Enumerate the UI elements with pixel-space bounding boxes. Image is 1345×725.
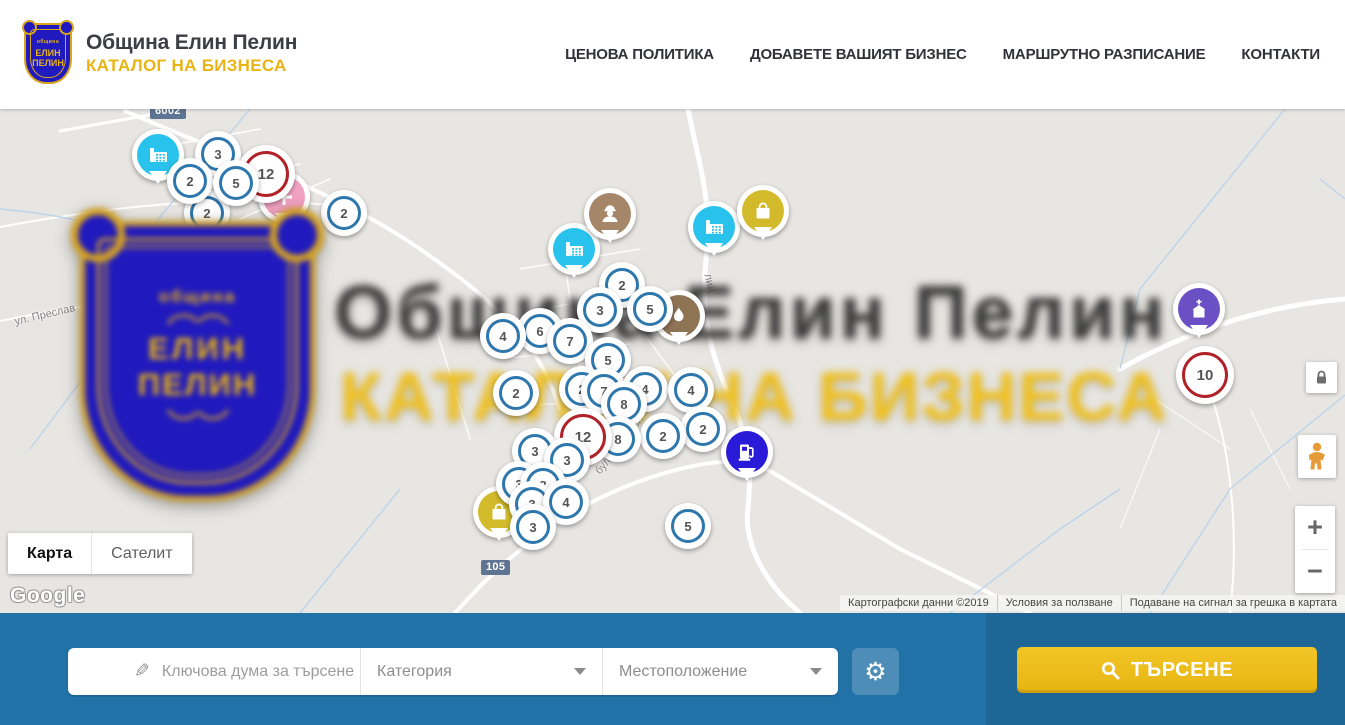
keyword-field-wrap: ✎ (68, 648, 360, 695)
crest-top-text: община (37, 39, 59, 45)
map-attribution: Картографски данни ©2019Условия за ползв… (840, 595, 1345, 611)
search-icon (1101, 661, 1120, 680)
gear-icon: ⚙ (864, 657, 886, 687)
cluster-count: 7 (553, 324, 587, 358)
attribution-link[interactable]: Условия за ползване (997, 595, 1121, 611)
chevron-down-icon (810, 668, 822, 675)
nav-item[interactable]: ДОБАВЕТЕ ВАШИЯТ БИЗНЕС (750, 46, 967, 63)
chevron-down-icon (574, 668, 586, 675)
cluster-marker[interactable]: 5 (213, 160, 259, 206)
cluster-marker[interactable]: 2 (493, 370, 539, 416)
attribution-link[interactable]: Подаване на сигнал за грешка в картата (1121, 595, 1345, 611)
nav-item[interactable]: КОНТАКТИ (1241, 46, 1320, 63)
road-number-shield: 6002 (150, 109, 186, 119)
watermark-crest: община ЕЛИН ПЕЛИН (80, 221, 315, 501)
cluster-count: 2 (646, 419, 680, 453)
map-type-control: Карта Сателит (8, 533, 192, 574)
google-logo[interactable]: Google (10, 584, 85, 608)
cluster-count: 2 (686, 412, 720, 446)
crest-ornament (165, 311, 231, 327)
construction-worker-pin-marker[interactable] (584, 188, 636, 240)
cluster-marker[interactable]: 2 (321, 190, 367, 236)
search-filter-bar: ✎ Категория Местоположение ⚙ ТЪРСЕНЕ (0, 613, 1345, 725)
watermark-subtitle: КАТАЛОГ НА БИЗНЕСА (340, 357, 1168, 436)
nav-item[interactable]: ЦЕНОВА ПОЛИТИКА (565, 46, 714, 63)
cluster-marker[interactable]: 5 (665, 503, 711, 549)
shopping-bag-icon (742, 190, 784, 232)
site-header: община ЕЛИН ПЕЛИН Община Елин Пелин КАТА… (0, 0, 1345, 109)
factory-pin-marker[interactable] (688, 201, 740, 253)
cluster-marker[interactable]: 2 (680, 406, 726, 452)
lock-icon (1313, 369, 1330, 386)
cluster-count: 5 (633, 292, 667, 326)
fuel-icon (726, 431, 768, 473)
factory-icon (553, 228, 595, 270)
cluster-count: 2 (173, 164, 207, 198)
cluster-count: 2 (327, 196, 361, 230)
watermark-crest-name-line1: ЕЛИН (148, 331, 247, 367)
map-copyright: Картографски данни ©2019 (840, 595, 997, 611)
cluster-count: 4 (674, 373, 708, 407)
road-number-shield: 105 (481, 560, 510, 575)
cluster-marker[interactable]: 10 (1176, 346, 1234, 404)
cluster-marker[interactable]: 5 (627, 286, 673, 332)
cluster-marker[interactable]: 4 (480, 313, 526, 359)
site-logo[interactable]: община ЕЛИН ПЕЛИН Община Елин Пелин КАТА… (24, 23, 297, 84)
location-dropdown-label: Местоположение (619, 663, 747, 681)
cluster-count: 3 (583, 293, 617, 327)
church-pin-marker[interactable] (1173, 283, 1225, 335)
cluster-marker[interactable]: 3 (510, 504, 556, 550)
site-subtitle: КАТАЛОГ НА БИЗНЕСА (86, 56, 297, 76)
advanced-settings-button[interactable]: ⚙ (852, 648, 899, 695)
zoom-control: + − (1295, 506, 1335, 593)
watermark-crest-top-text: община (159, 287, 236, 307)
factory-icon (693, 206, 735, 248)
church-icon (1178, 288, 1220, 330)
zoom-in-button[interactable]: + (1295, 506, 1335, 549)
fuel-pin-marker[interactable] (721, 426, 773, 478)
fullscreen-lock-button[interactable] (1306, 362, 1337, 393)
crest-ornament (165, 407, 231, 423)
search-field-group: ✎ Категория Местоположение (68, 648, 838, 695)
business-catalog-page: община ЕЛИН ПЕЛИН Община Елин Пелин КАТА… (0, 0, 1345, 725)
cluster-count: 10 (1182, 352, 1228, 398)
cluster-count: 5 (671, 509, 705, 543)
crest-name-line1: ЕЛИН (35, 48, 60, 58)
cluster-count: 5 (219, 166, 253, 200)
category-dropdown-label: Категория (377, 663, 452, 681)
search-button[interactable]: ТЪРСЕНЕ (1017, 647, 1317, 693)
main-nav: ЦЕНОВА ПОЛИТИКА ДОБАВЕТЕ ВАШИЯТ БИЗНЕС МАР… (565, 0, 1320, 109)
cluster-count: 3 (516, 510, 550, 544)
zoom-out-button[interactable]: − (1295, 550, 1335, 593)
cluster-count: 2 (499, 376, 533, 410)
search-button-label: ТЪРСЕНЕ (1131, 659, 1233, 682)
construction-worker-icon (589, 193, 631, 235)
shopping-bag-pin-marker[interactable] (737, 185, 789, 237)
cluster-count: 4 (549, 485, 583, 519)
satellite-view-button[interactable]: Сателит (92, 533, 191, 574)
location-dropdown[interactable]: Местоположение (602, 648, 838, 695)
pegman-icon (1306, 442, 1328, 472)
cluster-count: 4 (486, 319, 520, 353)
keyword-search-input[interactable] (162, 663, 369, 681)
google-map-canvas[interactable]: Община Елин Пелин КАТАЛОГ НА БИЗНЕСА общ… (0, 109, 1345, 613)
crest-name-line2: ПЕЛИН (32, 58, 64, 68)
site-title: Община Елин Пелин (86, 31, 297, 55)
category-dropdown[interactable]: Категория (360, 648, 602, 695)
street-view-pegman-button[interactable] (1298, 435, 1336, 478)
cluster-marker[interactable]: 2 (167, 158, 213, 204)
nav-item[interactable]: МАРШРУТНО РАЗПИСАНИЕ (1003, 46, 1206, 63)
pencil-icon: ✎ (134, 660, 150, 683)
watermark-title: Община Елин Пелин (334, 269, 1168, 355)
map-view-button[interactable]: Карта (8, 533, 92, 574)
cluster-marker[interactable]: 2 (640, 413, 686, 459)
watermark-crest-name-line2: ПЕЛИН (138, 367, 257, 403)
municipality-crest-icon: община ЕЛИН ПЕЛИН (24, 23, 72, 84)
